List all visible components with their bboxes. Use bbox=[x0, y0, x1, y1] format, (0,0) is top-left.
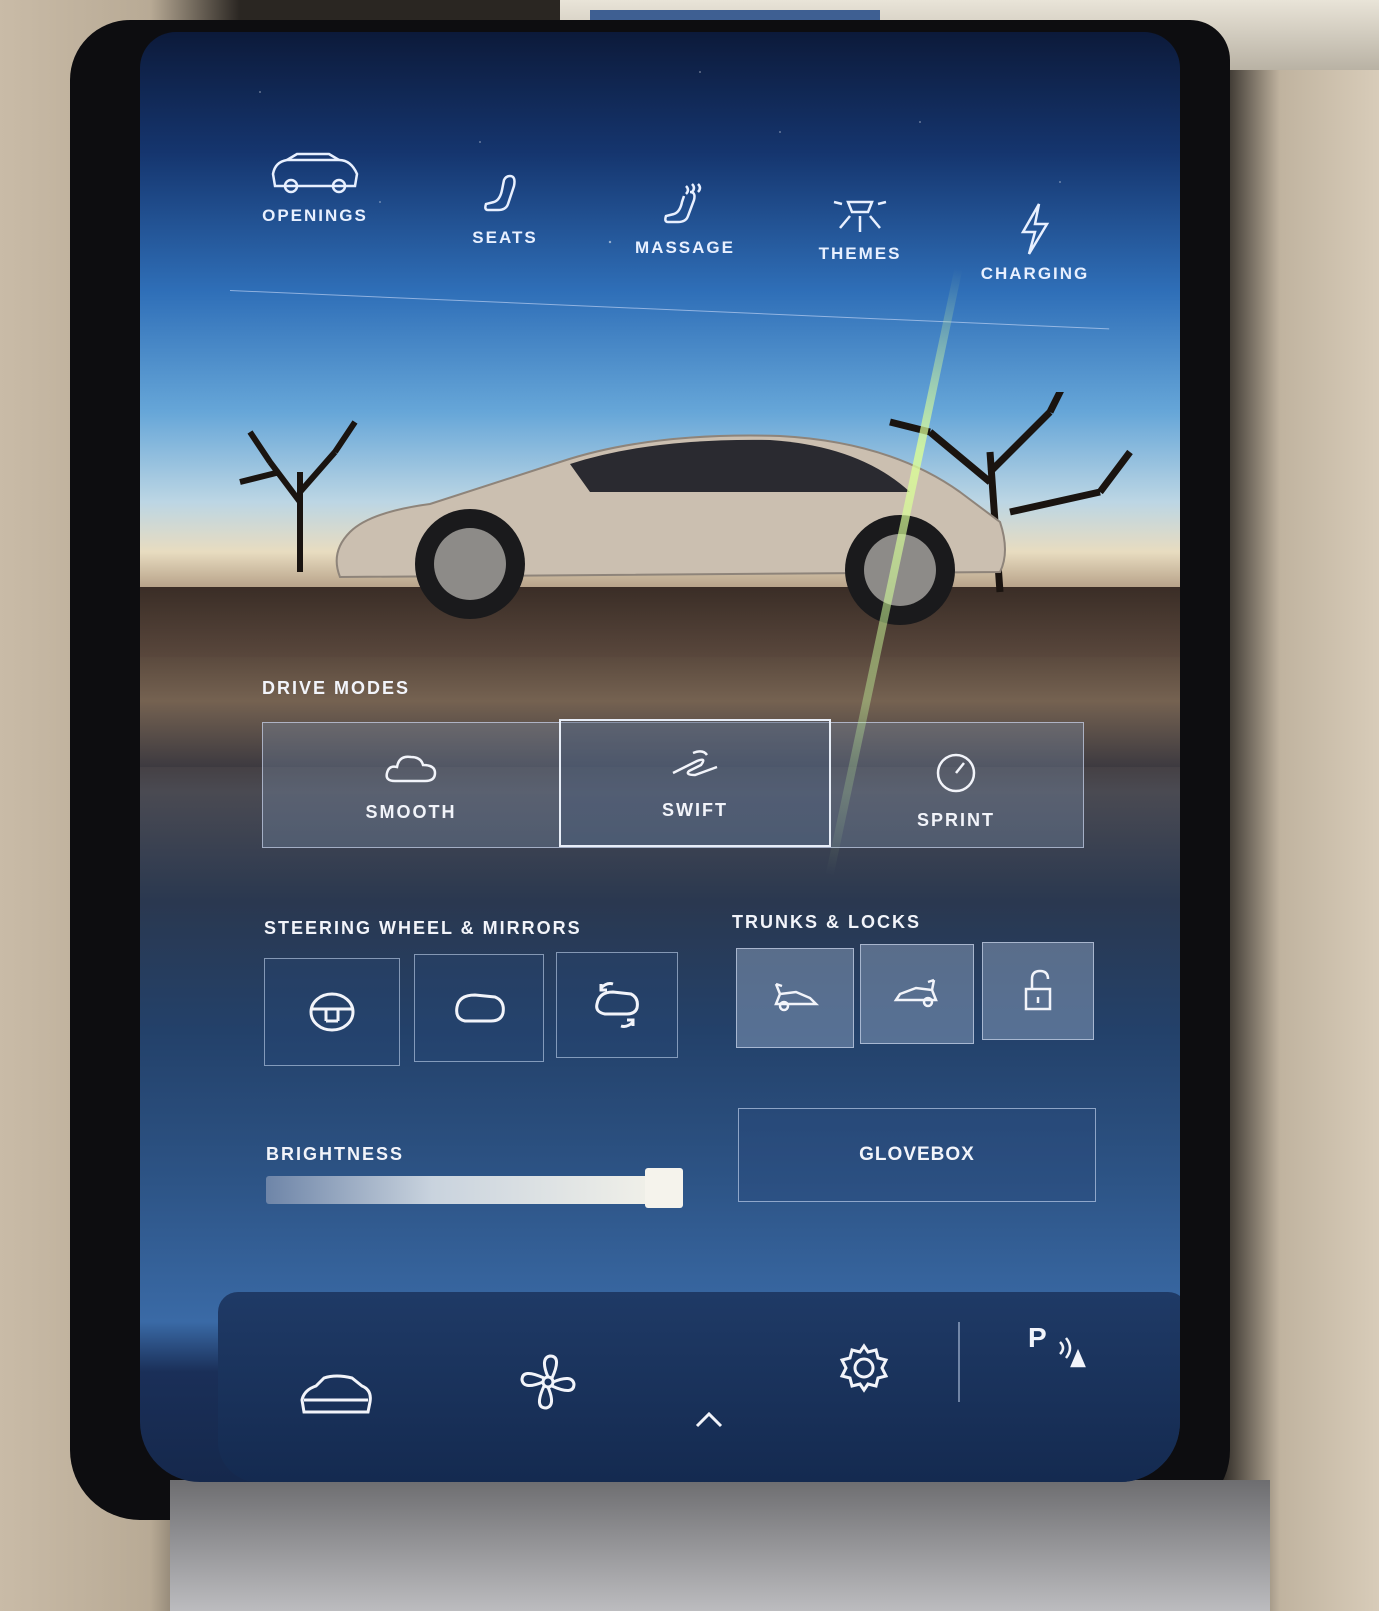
menu-charging[interactable]: CHARGING bbox=[960, 202, 1110, 284]
expand-handle[interactable] bbox=[693, 1410, 725, 1435]
menu-seats[interactable]: SEATS bbox=[430, 172, 580, 248]
bottom-bar: P bbox=[218, 1292, 1180, 1482]
climate-tab[interactable] bbox=[518, 1352, 578, 1417]
mode-label: SPRINT bbox=[916, 810, 995, 830]
brightness-slider[interactable] bbox=[266, 1176, 682, 1204]
front-trunk-button[interactable] bbox=[736, 948, 854, 1048]
park-label: P bbox=[1028, 1322, 1047, 1353]
menu-label: CHARGING bbox=[980, 264, 1090, 283]
chevron-up-icon bbox=[695, 1411, 723, 1428]
car-openings-icon bbox=[271, 152, 359, 194]
massage-icon bbox=[664, 183, 702, 224]
brightness-slider-thumb[interactable] bbox=[645, 1168, 683, 1208]
lightning-icon bbox=[1020, 203, 1050, 255]
gear-icon bbox=[839, 1343, 889, 1393]
mode-label: SMOOTH bbox=[365, 802, 457, 822]
steering-wheel-button[interactable] bbox=[264, 958, 400, 1066]
mode-smooth[interactable]: SMOOTH bbox=[263, 723, 559, 847]
glovebox-button[interactable]: GLOVEBOX bbox=[738, 1108, 1096, 1202]
menu-themes[interactable]: THEMES bbox=[785, 192, 935, 264]
unlock-button[interactable] bbox=[982, 942, 1094, 1040]
car-icon bbox=[300, 1374, 372, 1414]
mode-label: SWIFT bbox=[662, 800, 728, 820]
menu-label: OPENINGS bbox=[262, 206, 368, 225]
mirror-adjust-button[interactable] bbox=[556, 952, 678, 1058]
menu-massage[interactable]: MASSAGE bbox=[610, 182, 760, 258]
bar-separator bbox=[958, 1322, 960, 1402]
mode-swift[interactable]: SWIFT bbox=[559, 719, 831, 847]
rear-trunk-icon bbox=[893, 978, 938, 1008]
menu-label: MASSAGE bbox=[635, 238, 735, 257]
rear-trunk-button[interactable] bbox=[860, 944, 974, 1044]
front-trunk-icon bbox=[774, 982, 820, 1012]
center-console bbox=[170, 1480, 1270, 1611]
car-tab[interactable] bbox=[296, 1370, 376, 1425]
mirror-adjust-icon bbox=[595, 982, 639, 1028]
menu-label: THEMES bbox=[818, 244, 902, 263]
unlock-icon bbox=[1024, 969, 1052, 1011]
car-hero-image bbox=[239, 392, 1133, 625]
touchscreen: OPENINGS SEATS MASSAGE THEMES CHARGING D… bbox=[140, 32, 1180, 1482]
menu-openings[interactable]: OPENINGS bbox=[240, 152, 390, 226]
park-assist-tab[interactable]: P bbox=[1026, 1322, 1086, 1377]
drive-modes-panel: SMOOTH SWIFT SPRINT bbox=[262, 719, 1084, 848]
top-menu: OPENINGS SEATS MASSAGE THEMES CHARGING bbox=[230, 152, 1110, 292]
cloud-icon bbox=[385, 755, 437, 783]
mode-sprint[interactable]: SPRINT bbox=[829, 723, 1083, 847]
swift-icon bbox=[672, 750, 718, 777]
steering-title: STEERING WHEEL & MIRRORS bbox=[264, 918, 582, 938]
mirror-button[interactable] bbox=[414, 954, 544, 1062]
fan-icon bbox=[520, 1354, 576, 1410]
brightness-title: BRIGHTNESS bbox=[266, 1144, 405, 1164]
gauge-icon bbox=[936, 753, 976, 793]
trunks-title: TRUNKS & LOCKS bbox=[732, 912, 921, 932]
menu-label: SEATS bbox=[472, 228, 538, 247]
light-icon bbox=[833, 200, 887, 232]
seat-icon bbox=[484, 174, 516, 212]
settings-tab[interactable] bbox=[838, 1342, 890, 1399]
drive-modes-title: DRIVE MODES bbox=[262, 678, 411, 698]
steering-wheel-icon bbox=[309, 992, 355, 1032]
mirror-icon bbox=[455, 993, 505, 1023]
